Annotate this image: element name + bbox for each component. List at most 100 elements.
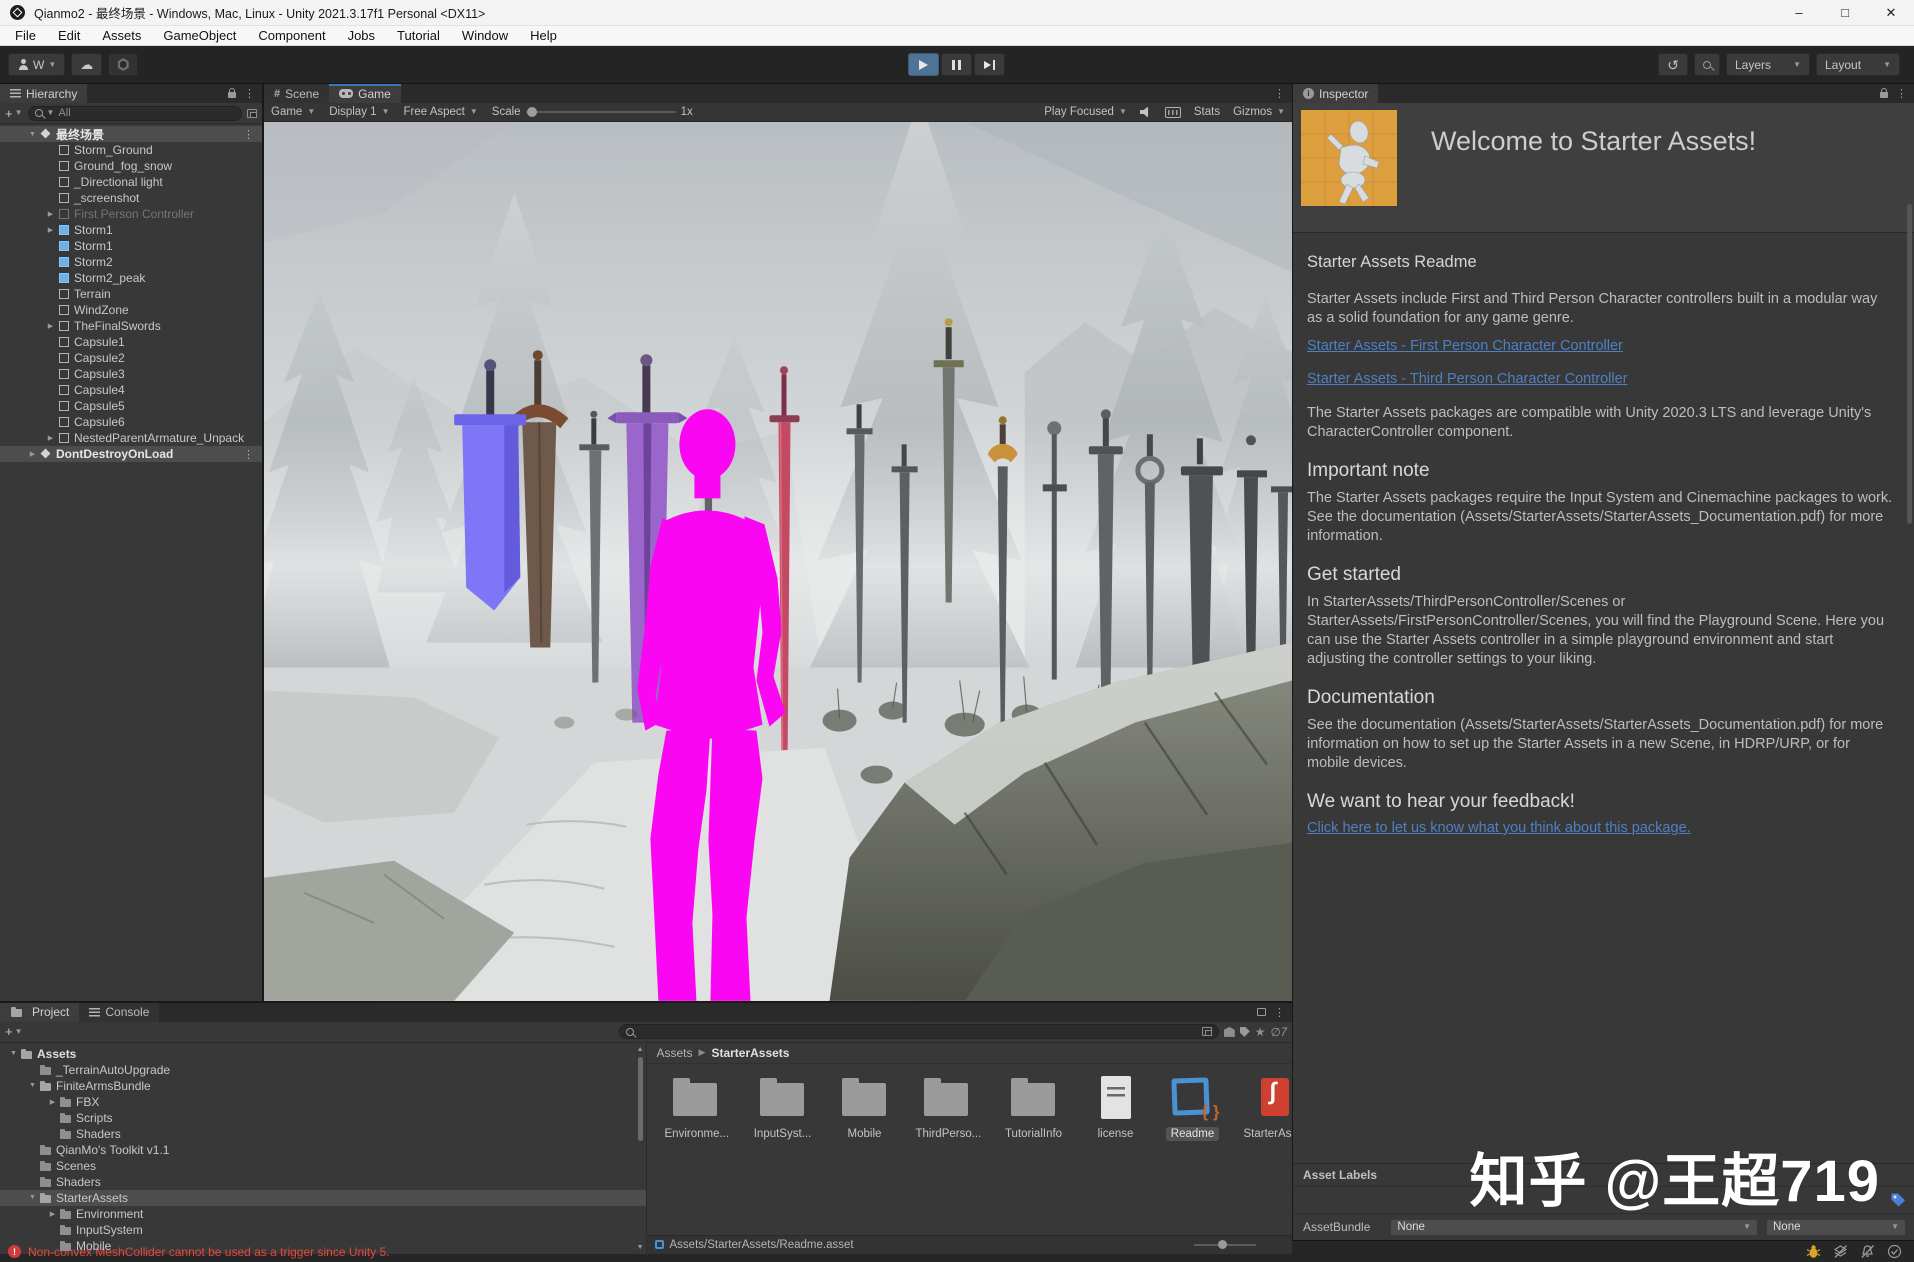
hierarchy-item[interactable]: Capsule3 ⋮ xyxy=(0,366,262,382)
project-tree-item[interactable]: Scripts xyxy=(0,1110,646,1126)
menu-item[interactable]: File xyxy=(4,28,47,43)
create-object-button[interactable]: + ▼ xyxy=(5,106,23,121)
minimize-button[interactable]: – xyxy=(1776,0,1822,25)
hierarchy-search-input[interactable]: ▼ All xyxy=(27,105,242,121)
asset-item[interactable]: license xyxy=(1088,1074,1144,1141)
hierarchy-item[interactable]: Capsule4 ⋮ xyxy=(0,382,262,398)
lock-icon[interactable] xyxy=(1880,88,1888,98)
expand-arrow-icon[interactable] xyxy=(46,1210,59,1218)
layers-muted-icon[interactable] xyxy=(1833,1244,1848,1259)
hierarchy-item[interactable]: _screenshot ⋮ xyxy=(0,190,262,206)
activity-check-icon[interactable] xyxy=(1887,1244,1902,1259)
asset-item[interactable]: Mobile xyxy=(837,1074,893,1141)
label-filter-icon[interactable] xyxy=(1239,1026,1250,1037)
keyboard-icon[interactable] xyxy=(1164,106,1181,118)
menu-item[interactable]: Assets xyxy=(91,28,152,43)
display-target-dropdown[interactable]: Game ▼ xyxy=(271,106,315,118)
project-tree-item[interactable]: QianMo's Toolkit v1.1 xyxy=(0,1142,646,1158)
play-focused-dropdown[interactable]: Play Focused ▼ xyxy=(1044,106,1127,118)
assetbundle-variant-dropdown[interactable]: None ▼ xyxy=(1766,1218,1906,1236)
scroll-down-icon[interactable]: ▼ xyxy=(637,1244,644,1251)
search-in-icon[interactable] xyxy=(1201,1027,1212,1037)
tab-console[interactable]: Console xyxy=(79,1002,160,1022)
expand-arrow-icon[interactable] xyxy=(44,434,57,442)
hierarchy-item[interactable]: TheFinalSwords ⋮ xyxy=(0,318,262,334)
tab-game[interactable]: Game xyxy=(329,84,401,103)
favorite-search-icon[interactable]: ★ xyxy=(1255,1025,1266,1039)
play-button[interactable] xyxy=(908,53,939,76)
item-menu-icon[interactable]: ⋮ xyxy=(243,448,262,461)
stats-toggle[interactable]: Stats xyxy=(1194,106,1220,118)
breadcrumb-root[interactable]: Assets xyxy=(657,1046,693,1060)
inspector-scrollbar[interactable] xyxy=(1907,204,1912,524)
maximize-panel-icon[interactable] xyxy=(1257,1008,1266,1017)
expand-arrow-icon[interactable] xyxy=(44,210,57,218)
menu-item[interactable]: Edit xyxy=(47,28,91,43)
hierarchy-item[interactable]: NestedParentArmature_Unpack ⋮ xyxy=(0,430,262,446)
hierarchy-item[interactable]: 最终场景 ⋮ xyxy=(0,126,262,142)
expand-arrow-icon[interactable] xyxy=(26,131,39,138)
expand-arrow-icon[interactable] xyxy=(26,450,39,458)
tree-scrollbar[interactable] xyxy=(637,1056,643,1141)
asset-item[interactable]: StarterAss... xyxy=(1242,1074,1292,1141)
aspect-dropdown[interactable]: Free Aspect ▼ xyxy=(403,106,477,118)
hierarchy-item[interactable]: Storm1 ⋮ xyxy=(0,238,262,254)
panel-menu-icon[interactable]: ⋮ xyxy=(1274,1006,1285,1019)
packages-filter-icon[interactable] xyxy=(1223,1026,1235,1037)
plastic-scm-button[interactable] xyxy=(108,53,139,76)
asset-item[interactable]: InputSyst... xyxy=(750,1074,816,1141)
panel-menu-icon[interactable]: ⋮ xyxy=(1896,87,1907,100)
pick-matches-icon[interactable] xyxy=(247,108,257,118)
debugger-icon[interactable] xyxy=(1806,1244,1821,1259)
hierarchy-item[interactable]: Capsule6 ⋮ xyxy=(0,414,262,430)
hierarchy-item[interactable]: Storm_Ground ⋮ xyxy=(0,142,262,158)
tab-hierarchy[interactable]: Hierarchy xyxy=(0,84,88,103)
scroll-up-icon[interactable]: ▲ xyxy=(637,1046,644,1053)
icon-size-slider[interactable] xyxy=(1194,1240,1256,1250)
search-button[interactable] xyxy=(1694,53,1720,76)
project-tree-item[interactable]: Scenes xyxy=(0,1158,646,1174)
project-tree-item[interactable]: Assets xyxy=(0,1046,646,1062)
panel-menu-icon[interactable]: ⋮ xyxy=(244,87,255,100)
project-tree-item[interactable]: Environment xyxy=(0,1206,646,1222)
project-search-input[interactable] xyxy=(618,1024,1219,1040)
expand-arrow-icon[interactable] xyxy=(7,1050,20,1057)
item-menu-icon[interactable]: ⋮ xyxy=(243,128,262,141)
tab-inspector[interactable]: Inspector xyxy=(1293,84,1379,103)
hierarchy-item[interactable]: Capsule1 ⋮ xyxy=(0,334,262,350)
breadcrumb-current[interactable]: StarterAssets xyxy=(711,1046,789,1060)
hierarchy-item[interactable]: Ground_fog_snow ⋮ xyxy=(0,158,262,174)
layers-dropdown[interactable]: Layers ▼ xyxy=(1726,53,1810,76)
menu-item[interactable]: Component xyxy=(247,28,336,43)
asset-item[interactable]: Readme xyxy=(1165,1074,1221,1141)
asset-item[interactable]: Environme... xyxy=(663,1074,729,1141)
gizmos-dropdown[interactable]: Gizmos ▼ xyxy=(1233,106,1285,118)
notifications-muted-icon[interactable] xyxy=(1860,1244,1875,1259)
panel-menu-icon[interactable]: ⋮ xyxy=(1274,87,1285,100)
maximize-button[interactable]: □ xyxy=(1822,0,1868,25)
hierarchy-item[interactable]: Storm2 ⋮ xyxy=(0,254,262,270)
hidden-count-toggle[interactable]: ∅7 xyxy=(1271,1025,1287,1039)
assetbundle-dropdown[interactable]: None ▼ xyxy=(1390,1218,1758,1236)
account-button[interactable]: W ▼ xyxy=(8,53,66,76)
scale-slider[interactable]: Scale 1x xyxy=(492,106,693,118)
tab-project[interactable]: Project xyxy=(0,1002,80,1022)
project-tree-item[interactable]: Mobile xyxy=(0,1238,646,1254)
project-tree-item[interactable]: InputSystem xyxy=(0,1222,646,1238)
expand-arrow-icon[interactable] xyxy=(26,1082,39,1089)
undo-history-button[interactable]: ↺ xyxy=(1658,53,1688,76)
asset-item[interactable]: TutorialInfo xyxy=(1001,1074,1067,1141)
menu-item[interactable]: Tutorial xyxy=(386,28,451,43)
project-tree-item[interactable]: Shaders xyxy=(0,1174,646,1190)
hierarchy-item[interactable]: WindZone ⋮ xyxy=(0,302,262,318)
expand-arrow-icon[interactable] xyxy=(44,322,57,330)
menu-item[interactable]: Window xyxy=(451,28,519,43)
project-tree-item[interactable]: FiniteArmsBundle xyxy=(0,1078,646,1094)
pause-button[interactable] xyxy=(941,53,972,76)
hierarchy-item[interactable]: First Person Controller ⋮ xyxy=(0,206,262,222)
game-viewport[interactable] xyxy=(264,122,1292,1001)
menu-item[interactable]: Help xyxy=(519,28,568,43)
project-tree-item[interactable]: StarterAssets xyxy=(0,1189,646,1206)
tab-scene[interactable]: # Scene xyxy=(264,84,330,103)
hierarchy-item[interactable]: Storm2_peak ⋮ xyxy=(0,270,262,286)
